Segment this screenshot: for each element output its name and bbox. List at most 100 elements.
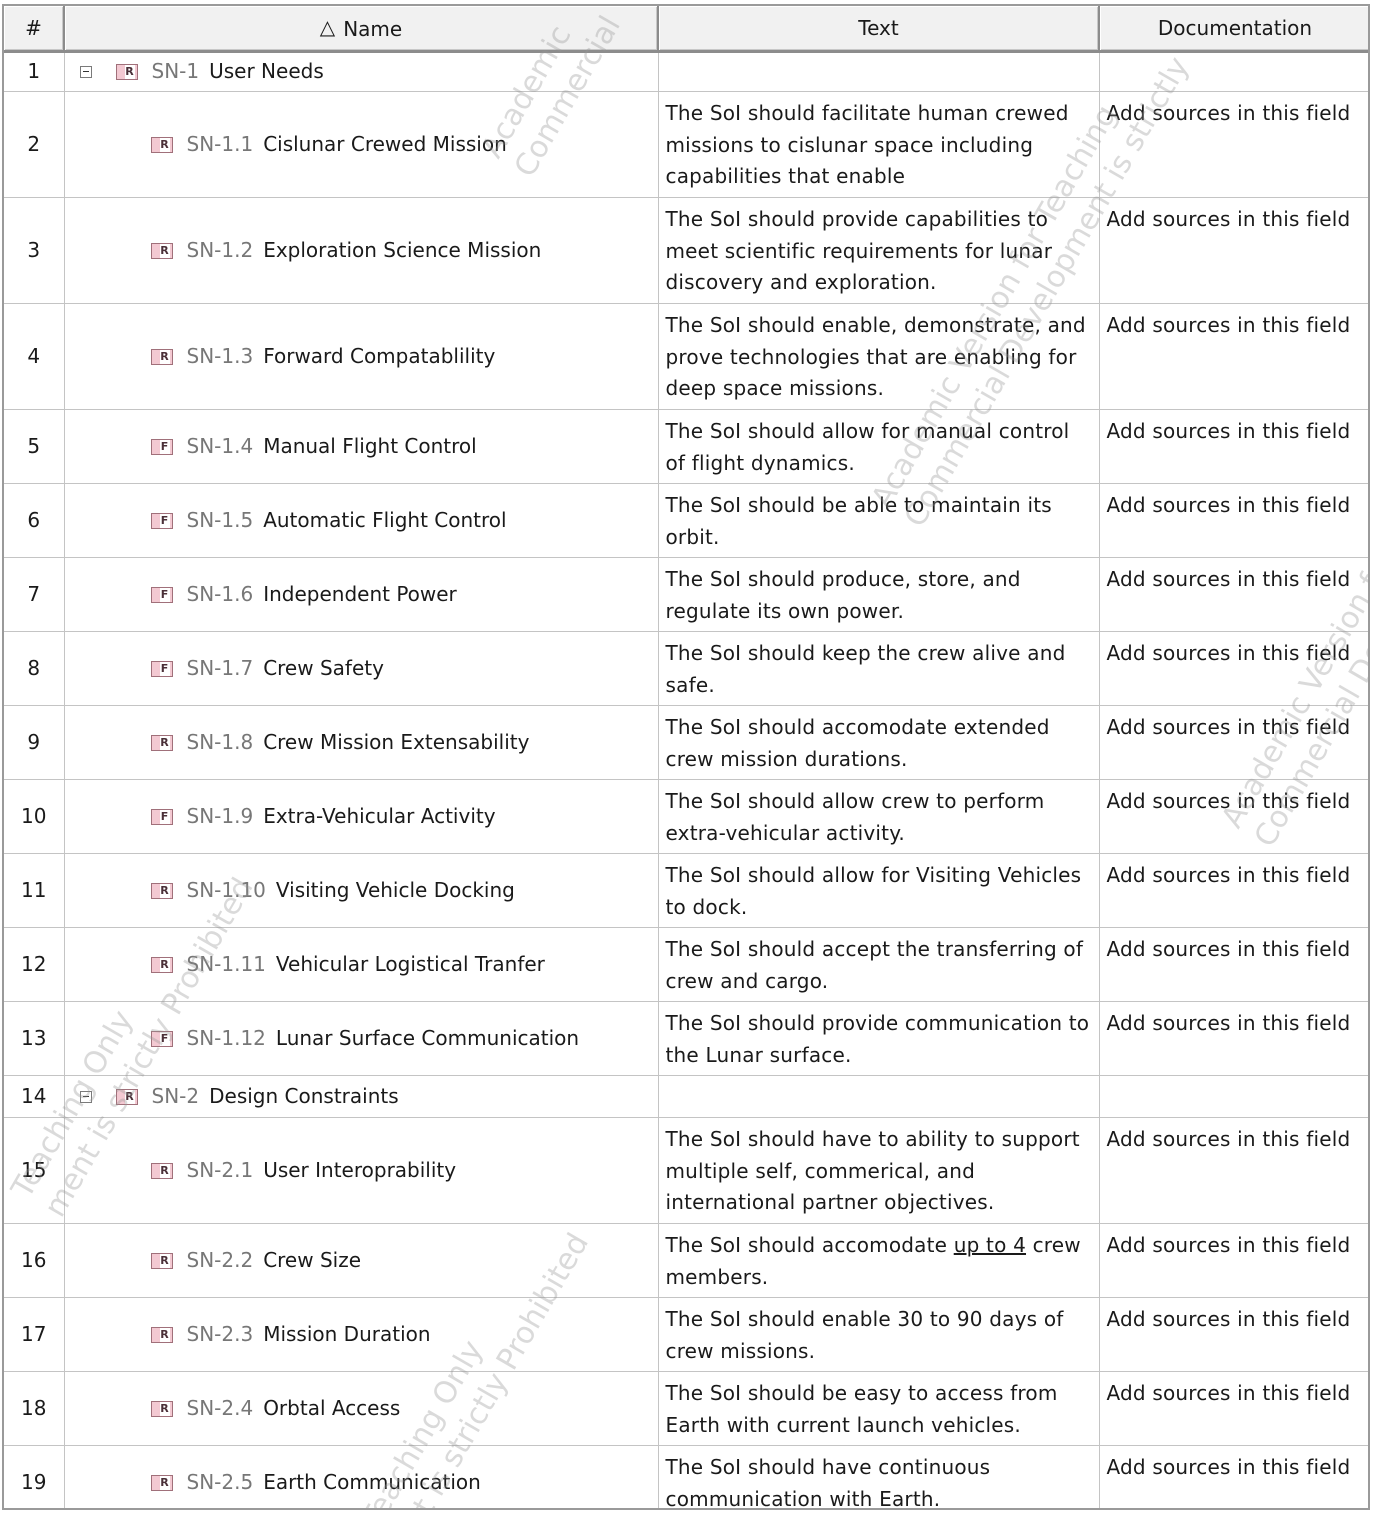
row-number: 5 — [4, 409, 65, 484]
name-cell[interactable]: R SN-1.11 Vehicular Logistical Tranfer — [64, 927, 659, 1002]
documentation-cell[interactable]: Add sources in this field — [1099, 1001, 1368, 1076]
text-cell[interactable]: The SoI should have continuous communica… — [658, 1445, 1100, 1508]
table-row[interactable]: 7 F SN-1.6 Independent Power The SoI should … — [4, 557, 1368, 632]
text-cell[interactable] — [658, 1075, 1100, 1118]
documentation-cell[interactable]: Add sources in this field — [1099, 91, 1368, 198]
requirement-icon: R — [150, 1252, 173, 1269]
text-cell[interactable]: The SoI should provide communication to … — [658, 1001, 1100, 1076]
name-cell-content: R SN-2.2 Crew Size — [65, 1245, 658, 1277]
name-cell[interactable]: R SN-1.1 Cislunar Crewed Mission — [64, 91, 659, 198]
name-cell[interactable]: R SN-1.3 Forward Compatablility — [64, 303, 659, 410]
documentation-cell[interactable] — [1099, 1075, 1368, 1118]
requirement-id: SN-1.4 — [186, 433, 254, 458]
column-header-number[interactable]: # — [4, 6, 65, 53]
text-cell[interactable]: The SoI should accomodate extended crew … — [658, 705, 1100, 780]
table-row[interactable]: 9 R SN-1.8 Crew Mission Extensability The So… — [4, 705, 1368, 780]
table-row[interactable]: 10 F SN-1.9 Extra-Vehicular Activity The SoI… — [4, 779, 1368, 854]
documentation-cell[interactable]: Add sources in this field — [1099, 631, 1368, 706]
requirement-id: SN-2.1 — [186, 1157, 254, 1182]
collapse-toggle-icon[interactable] — [79, 66, 92, 78]
text-cell[interactable]: The SoI should accept the transferring o… — [658, 927, 1100, 1002]
documentation-cell[interactable]: Add sources in this field — [1099, 197, 1368, 304]
table-row[interactable]: 3 R SN-1.2 Exploration Science Mission The S… — [4, 197, 1368, 304]
name-cell-content: F SN-1.9 Extra-Vehicular Activity — [65, 801, 658, 833]
requirement-type-letter: R — [159, 735, 170, 750]
documentation-cell[interactable]: Add sources in this field — [1099, 557, 1368, 632]
table-row[interactable]: 19 R SN-2.5 Earth Communication The SoI shou… — [4, 1445, 1368, 1508]
table-row[interactable]: 18 R SN-2.4 Orbtal Access The SoI should be … — [4, 1371, 1368, 1446]
table-row[interactable]: 14 R SN-2 Design Constraints — [4, 1075, 1368, 1118]
documentation-cell[interactable]: Add sources in this field — [1099, 409, 1368, 484]
documentation-cell[interactable]: Add sources in this field — [1099, 1297, 1368, 1372]
text-cell[interactable]: The SoI should be easy to access from Ea… — [658, 1371, 1100, 1446]
documentation-cell[interactable]: Add sources in this field — [1099, 483, 1368, 558]
name-cell[interactable]: R SN-1.8 Crew Mission Extensability — [64, 705, 659, 780]
requirement-id: SN-1.5 — [186, 507, 254, 532]
text-cell[interactable]: The SoI should have to ability to suppor… — [658, 1117, 1100, 1224]
table-row[interactable]: 17 R SN-2.3 Mission Duration The SoI should … — [4, 1297, 1368, 1372]
name-cell[interactable]: F SN-1.6 Independent Power — [64, 557, 659, 632]
row-number: 15 — [4, 1117, 65, 1224]
text-cell[interactable]: The SoI should accomodate up to 4 crew m… — [658, 1223, 1100, 1298]
row-number: 17 — [4, 1297, 65, 1372]
name-cell[interactable]: R SN-2.1 User Interoprability — [64, 1117, 659, 1224]
name-cell[interactable]: R SN-2.4 Orbtal Access — [64, 1371, 659, 1446]
text-cell[interactable]: The SoI should enable 30 to 90 days of c… — [658, 1297, 1100, 1372]
table-row[interactable]: 15 R SN-2.1 User Interoprability The SoI sho… — [4, 1117, 1368, 1224]
documentation-cell[interactable]: Add sources in this field — [1099, 779, 1368, 854]
table-row[interactable]: 1 R SN-1 User Needs — [4, 51, 1368, 92]
requirement-name: Mission Duration — [263, 1321, 431, 1346]
name-cell[interactable]: F SN-1.4 Manual Flight Control — [64, 409, 659, 484]
text-cell[interactable]: The SoI should produce, store, and regul… — [658, 557, 1100, 632]
table-row[interactable]: 5 F SN-1.4 Manual Flight Control The SoI sho… — [4, 409, 1368, 484]
text-cell[interactable]: The SoI should allow for manual control … — [658, 409, 1100, 484]
name-cell[interactable]: F SN-1.7 Crew Safety — [64, 631, 659, 706]
name-cell[interactable]: R SN-1 User Needs — [64, 51, 659, 92]
name-cell[interactable]: R SN-2.5 Earth Communication — [64, 1445, 659, 1508]
documentation-cell[interactable]: Add sources in this field — [1099, 1445, 1368, 1508]
name-cell-content: R SN-1.11 Vehicular Logistical Tranfer — [65, 949, 658, 981]
documentation-cell[interactable]: Add sources in this field — [1099, 705, 1368, 780]
name-cell[interactable]: R SN-1.2 Exploration Science Mission — [64, 197, 659, 304]
name-cell[interactable]: R SN-2.2 Crew Size — [64, 1223, 659, 1298]
table-row[interactable]: 4 R SN-1.3 Forward Compatablility The SoI sh… — [4, 303, 1368, 410]
text-cell[interactable]: The SoI should enable, demonstrate, and … — [658, 303, 1100, 410]
name-cell[interactable]: R SN-2.3 Mission Duration — [64, 1297, 659, 1372]
column-header-documentation[interactable]: Documentation — [1099, 6, 1368, 53]
text-cell[interactable] — [658, 51, 1100, 92]
table-row[interactable]: 11 R SN-1.10 Visiting Vehicle Docking The So… — [4, 853, 1368, 928]
text-cell[interactable]: The SoI should allow crew to perform ext… — [658, 779, 1100, 854]
requirement-type-letter: R — [159, 957, 170, 972]
text-cell[interactable]: The SoI should keep the crew alive and s… — [658, 631, 1100, 706]
column-header-text[interactable]: Text — [658, 6, 1100, 53]
name-cell[interactable]: F SN-1.12 Lunar Surface Communication — [64, 1001, 659, 1076]
table-row[interactable]: 13 F SN-1.12 Lunar Surface Communication The… — [4, 1001, 1368, 1076]
table-row[interactable]: 6 F SN-1.5 Automatic Flight Control The SoI … — [4, 483, 1368, 558]
table-row[interactable]: 2 R SN-1.1 Cislunar Crewed Mission The SoI s… — [4, 91, 1368, 198]
documentation-cell[interactable]: Add sources in this field — [1099, 927, 1368, 1002]
documentation-cell[interactable]: Add sources in this field — [1099, 853, 1368, 928]
requirement-id: SN-2.5 — [186, 1469, 254, 1494]
documentation-cell[interactable] — [1099, 51, 1368, 92]
text-cell[interactable]: The SoI should facilitate human crewed m… — [658, 91, 1100, 198]
requirement-id: SN-1.11 — [186, 951, 266, 976]
collapse-toggle-icon[interactable] — [79, 1090, 92, 1103]
table-row[interactable]: 16 R SN-2.2 Crew Size The SoI should accomod… — [4, 1223, 1368, 1298]
name-cell[interactable]: F SN-1.9 Extra-Vehicular Activity — [64, 779, 659, 854]
table-row[interactable]: 8 F SN-1.7 Crew Safety The SoI should keep t… — [4, 631, 1368, 706]
documentation-cell[interactable]: Add sources in this field — [1099, 303, 1368, 410]
text-cell[interactable]: The SoI should allow for Visiting Vehicl… — [658, 853, 1100, 928]
name-cell[interactable]: R SN-2 Design Constraints — [64, 1075, 659, 1118]
text-cell[interactable]: The SoI should be able to maintain its o… — [658, 483, 1100, 558]
documentation-cell[interactable]: Add sources in this field — [1099, 1117, 1368, 1224]
documentation-cell[interactable]: Add sources in this field — [1099, 1223, 1368, 1298]
documentation-cell[interactable]: Add sources in this field — [1099, 1371, 1368, 1446]
table-row[interactable]: 12 R SN-1.11 Vehicular Logistical Tranfer Th… — [4, 927, 1368, 1002]
column-header-name[interactable]: △ Name — [64, 6, 659, 53]
text-cell[interactable]: The SoI should provide capabilities to m… — [658, 197, 1100, 304]
name-cell[interactable]: R SN-1.10 Visiting Vehicle Docking — [64, 853, 659, 928]
functional-requirement-icon: F — [150, 586, 173, 603]
requirement-name: User Needs — [209, 59, 324, 84]
requirement-name: Forward Compatablility — [263, 343, 496, 368]
name-cell[interactable]: F SN-1.5 Automatic Flight Control — [64, 483, 659, 558]
